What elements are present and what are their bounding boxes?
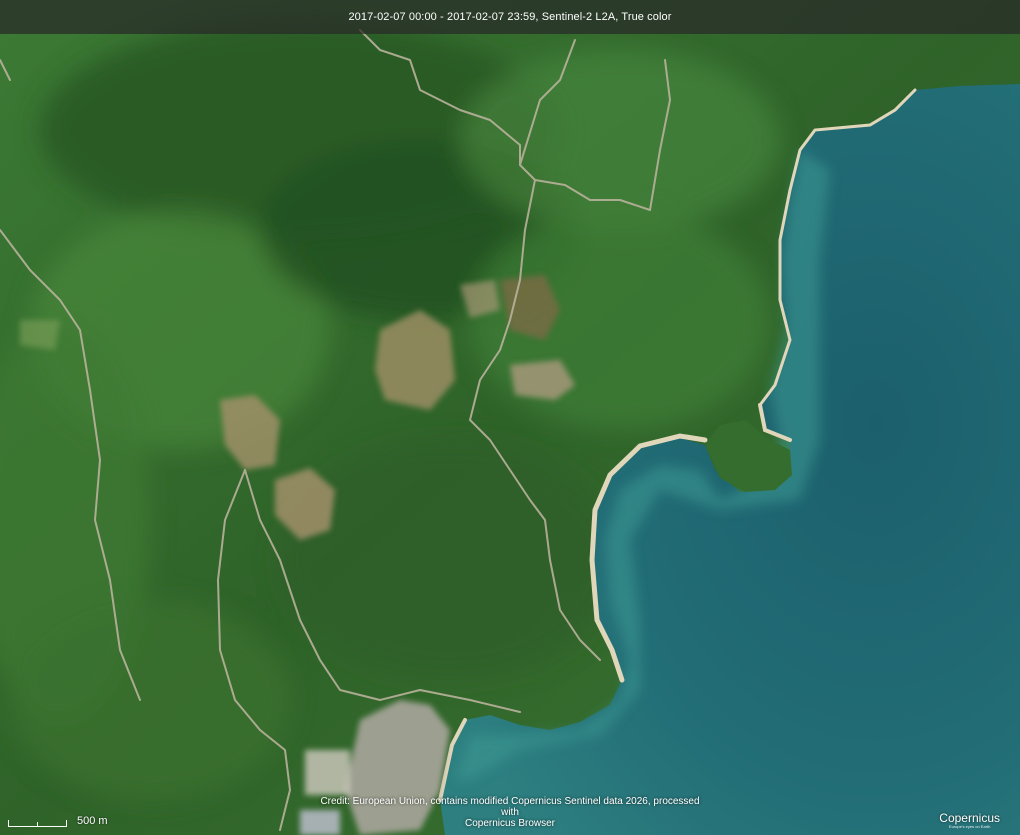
map-title: 2017-02-07 00:00 - 2017-02-07 23:59, Sen…	[348, 11, 672, 23]
scale-line	[8, 820, 67, 827]
credit-line-1: Credit: European Union, contains modifie…	[320, 796, 700, 818]
logo-text: Copernicus	[939, 811, 1000, 825]
logo-subtext: Europe's eyes on Earth	[948, 824, 991, 829]
scale-label: 500 m	[77, 815, 108, 827]
map-viewport[interactable]: 2017-02-07 00:00 - 2017-02-07 23:59, Sen…	[0, 0, 1020, 835]
credit-text: Credit: European Union, contains modifie…	[320, 796, 700, 829]
scale-tick	[37, 822, 38, 826]
credit-line-2: Copernicus Browser	[464, 818, 556, 829]
copernicus-logo: Copernicus Europe's eyes on Earth	[939, 812, 1000, 829]
satellite-imagery[interactable]	[0, 0, 1020, 835]
map-title-bar: 2017-02-07 00:00 - 2017-02-07 23:59, Sen…	[0, 0, 1020, 34]
scale-bar: 500 m	[8, 816, 108, 827]
